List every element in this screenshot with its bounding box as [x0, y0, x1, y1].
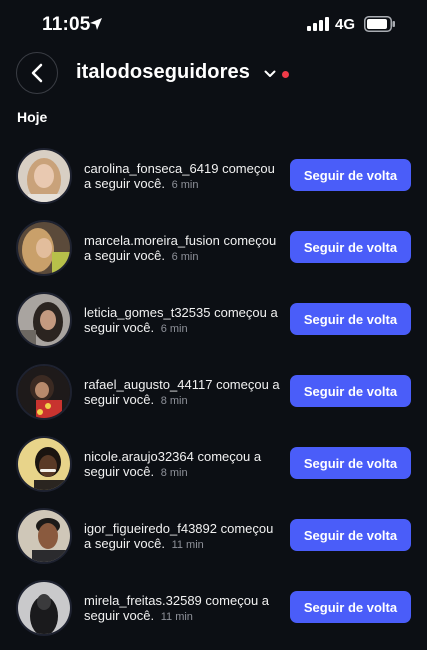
follow-back-button[interactable]: Seguir de volta: [290, 591, 411, 623]
notification-dot: [282, 71, 289, 78]
follow-back-button[interactable]: Seguir de volta: [290, 447, 411, 479]
notification-text: rafael_augusto_44117 começou a seguir vo…: [84, 377, 280, 409]
avatar[interactable]: [16, 436, 72, 492]
time-ago: 6 min: [160, 323, 188, 335]
battery-icon: [364, 16, 395, 32]
notification-text: igor_figueiredo_f43892 começou a seguir …: [84, 521, 280, 553]
signal-bars-icon: [307, 17, 329, 31]
notification-text: marcela.moreira_fusion começou a seguir …: [84, 233, 280, 265]
username[interactable]: mirela_freitas.32589: [84, 593, 202, 608]
time-ago: 11 min: [171, 539, 204, 551]
avatar[interactable]: [16, 580, 72, 636]
notification-row: carolina_fonseca_6419 começou a seguir v…: [0, 140, 427, 212]
username[interactable]: carolina_fonseca_6419: [84, 161, 218, 176]
network-type: 4G: [335, 16, 356, 33]
header: italodoseguidores: [0, 52, 427, 98]
follow-back-button[interactable]: Seguir de volta: [290, 303, 411, 335]
chevron-left-icon: [31, 63, 43, 83]
username[interactable]: rafael_augusto_44117: [84, 377, 212, 392]
avatar[interactable]: [16, 292, 72, 348]
notification-row: nicole.araujo32364 começou a seguir você…: [0, 428, 427, 500]
notification-row: mirela_freitas.32589 começou a seguir vo…: [0, 572, 427, 644]
notification-row: leticia_gomes_t32535 começou a seguir vo…: [0, 284, 427, 356]
username[interactable]: marcela.moreira_fusion: [84, 233, 220, 248]
username[interactable]: igor_figueiredo_f43892: [84, 521, 217, 536]
chevron-down-icon[interactable]: [264, 70, 276, 78]
account-title[interactable]: italodoseguidores: [76, 61, 250, 84]
username[interactable]: leticia_gomes_t32535: [84, 305, 210, 320]
notification-text: leticia_gomes_t32535 começou a seguir vo…: [84, 305, 280, 337]
follow-back-button[interactable]: Seguir de volta: [290, 375, 411, 407]
follow-back-button[interactable]: Seguir de volta: [290, 159, 411, 191]
location-arrow-icon: [90, 18, 102, 30]
notification-text: nicole.araujo32364 começou a seguir você…: [84, 449, 280, 481]
notification-text: mirela_freitas.32589 começou a seguir vo…: [84, 593, 280, 625]
notification-text: carolina_fonseca_6419 começou a seguir v…: [84, 161, 280, 193]
status-bar: 11:05 4G: [0, 0, 427, 50]
time-ago: 8 min: [160, 467, 188, 479]
status-time: 11:05: [42, 14, 91, 35]
notification-list: carolina_fonseca_6419 começou a seguir v…: [0, 140, 427, 644]
username[interactable]: nicole.araujo32364: [84, 449, 194, 464]
notification-row: marcela.moreira_fusion começou a seguir …: [0, 212, 427, 284]
follow-back-button[interactable]: Seguir de volta: [290, 231, 411, 263]
avatar[interactable]: [16, 364, 72, 420]
avatar[interactable]: [16, 508, 72, 564]
avatar[interactable]: [16, 148, 72, 204]
back-button[interactable]: [16, 52, 58, 94]
time-ago: 6 min: [171, 179, 199, 191]
notification-row: igor_figueiredo_f43892 começou a seguir …: [0, 500, 427, 572]
time-ago: 11 min: [160, 611, 193, 623]
follow-back-button[interactable]: Seguir de volta: [290, 519, 411, 551]
notification-row: rafael_augusto_44117 começou a seguir vo…: [0, 356, 427, 428]
avatar[interactable]: [16, 220, 72, 276]
time-ago: 8 min: [160, 395, 188, 407]
time-ago: 6 min: [171, 251, 199, 263]
section-title: Hoje: [17, 109, 48, 125]
